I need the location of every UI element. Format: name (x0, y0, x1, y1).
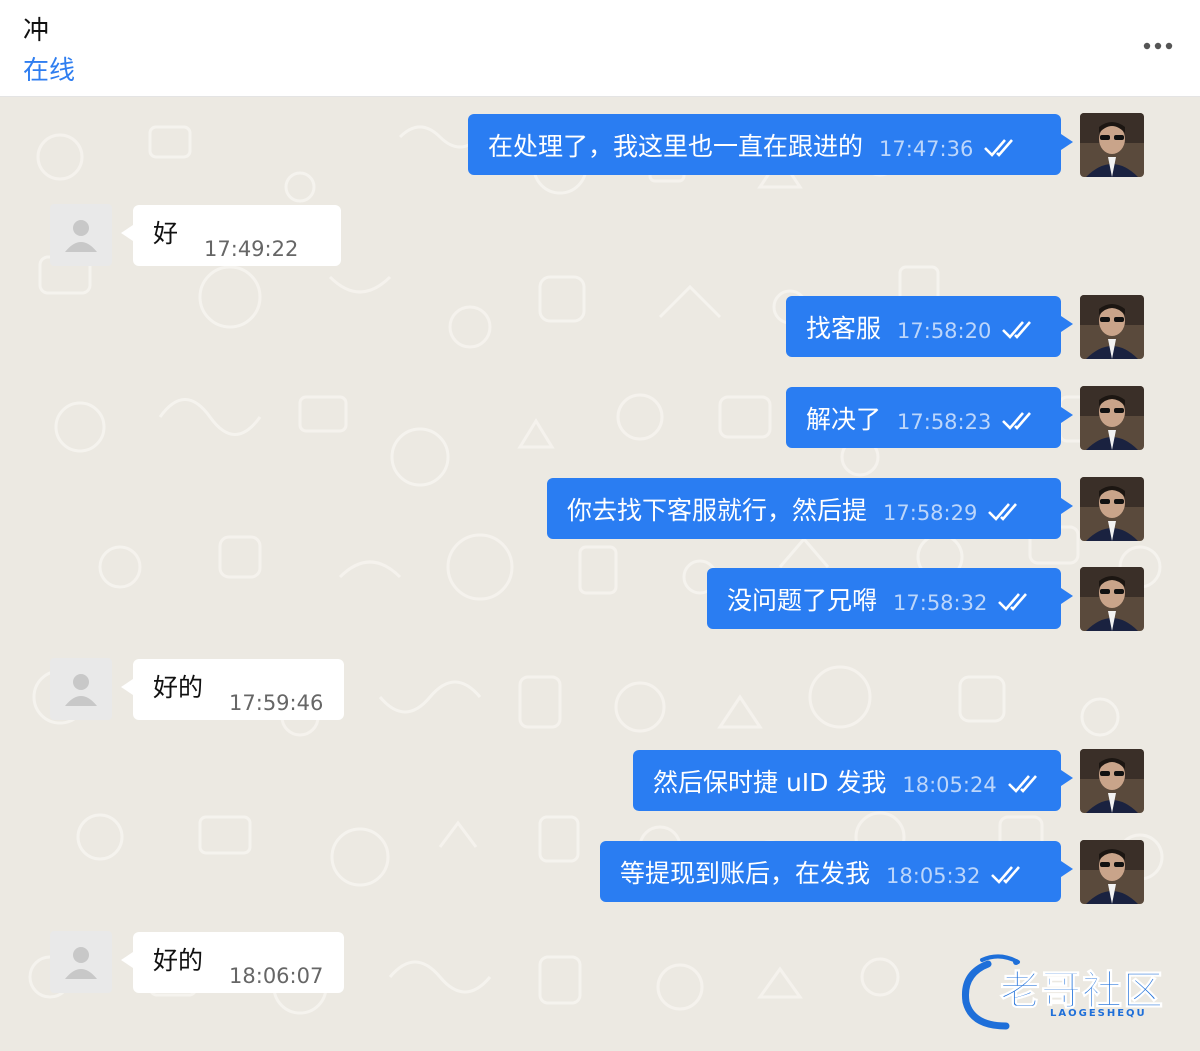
message-text: 然后保时捷 uID 发我 (653, 767, 887, 797)
message-time: 17:59:46 (229, 690, 324, 715)
message-bubble-incoming[interactable]: 好的 18:06:07 (121, 932, 344, 993)
message-text: 好 (153, 218, 179, 248)
message-time: 17:58:32 (893, 590, 988, 615)
avatar[interactable] (1080, 386, 1144, 450)
double-check-icon (1001, 411, 1039, 431)
message-bubble-outgoing[interactable]: 然后保时捷 uID 发我 18:05:24 (633, 750, 1073, 811)
message-time: 18:05:32 (886, 863, 981, 888)
double-check-icon (1007, 774, 1045, 794)
message-text: 没问题了兄嘚 (727, 585, 878, 615)
message-time: 17:58:20 (897, 318, 992, 343)
message-text: 好的 (153, 945, 204, 975)
double-check-icon (983, 138, 1021, 158)
contact-name: 冲 (23, 16, 50, 46)
message-bubble-outgoing[interactable]: 在处理了，我这里也一直在跟进的 17:47:36 (468, 114, 1073, 175)
user-placeholder-icon (65, 674, 97, 706)
message-text: 等提现到账后，在发我 (620, 858, 871, 888)
message-time: 18:05:24 (902, 772, 997, 797)
message-text: 好的 (153, 672, 204, 702)
user-placeholder-icon (65, 220, 97, 252)
message-list[interactable]: 在处理了，我这里也一直在跟进的 17:47:36 好 17:49:22 找客服 … (0, 97, 1200, 1051)
double-check-icon (997, 592, 1035, 612)
message-bubble-incoming[interactable]: 好的 17:59:46 (121, 659, 344, 720)
avatar[interactable] (50, 931, 112, 993)
message-time: 18:06:07 (229, 963, 324, 988)
message-bubble-outgoing[interactable]: 等提现到账后，在发我 18:05:32 (600, 841, 1073, 902)
message-text: 解决了 (806, 404, 882, 434)
message-time: 17:58:23 (897, 409, 992, 434)
avatar[interactable] (1080, 477, 1144, 541)
more-options-button[interactable] (1140, 28, 1176, 64)
message-bubble-outgoing[interactable]: 解决了 17:58:23 (786, 387, 1073, 448)
double-check-icon (990, 865, 1028, 885)
message-time: 17:47:36 (879, 136, 974, 161)
avatar[interactable] (1080, 567, 1144, 631)
message-bubble-outgoing[interactable]: 你去找下客服就行，然后提 17:58:29 (547, 478, 1073, 539)
user-placeholder-icon (65, 947, 97, 979)
message-bubble-incoming[interactable]: 好 17:49:22 (121, 205, 341, 266)
avatar[interactable] (1080, 113, 1144, 177)
watermark-subtext: LAOGESHEQU (1050, 1008, 1147, 1019)
double-check-icon (1001, 320, 1039, 340)
message-time: 17:49:22 (204, 236, 299, 261)
avatar[interactable] (1080, 749, 1144, 813)
watermark-logo: 老哥社区 LAOGESHEQU (958, 950, 1188, 1030)
message-time: 17:58:29 (883, 500, 978, 525)
message-text: 找客服 (806, 313, 882, 343)
more-horizontal-icon (1143, 42, 1173, 50)
contact-status: 在线 (23, 56, 76, 86)
message-bubble-outgoing[interactable]: 找客服 17:58:20 (786, 296, 1073, 357)
avatar[interactable] (50, 204, 112, 266)
avatar[interactable] (1080, 295, 1144, 359)
avatar[interactable] (50, 658, 112, 720)
avatar[interactable] (1080, 840, 1144, 904)
message-text: 在处理了，我这里也一直在跟进的 (488, 131, 864, 161)
double-check-icon (987, 502, 1025, 522)
chat-header: 冲 在线 (0, 0, 1200, 97)
message-bubble-outgoing[interactable]: 没问题了兄嘚 17:58:32 (707, 568, 1073, 629)
message-text: 你去找下客服就行，然后提 (567, 495, 868, 525)
